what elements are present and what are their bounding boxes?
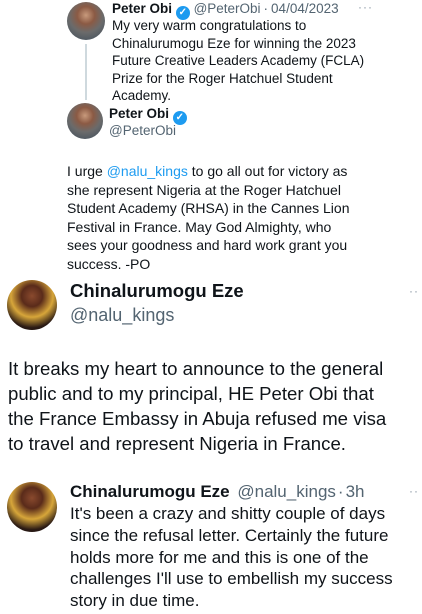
- author-name[interactable]: Peter Obi: [112, 1, 172, 16]
- text-line: Academy.: [112, 88, 172, 103]
- text-line: Future Creative Leaders Academy (FCLA): [112, 53, 365, 68]
- bottom-tweet-text: It's been a crazy and shitty couple of d…: [70, 503, 393, 612]
- more-options-icon[interactable]: ···: [358, 0, 373, 14]
- tweet-time[interactable]: 3h: [346, 482, 365, 501]
- text-line: she represent Nigeria at the Roger Hatch…: [67, 181, 341, 198]
- more-options-icon[interactable]: ··: [409, 284, 419, 298]
- quoted-tweet-text: My very warm congratulations to Chinalur…: [112, 17, 364, 105]
- thread-connector-line: [85, 44, 87, 100]
- author-handle[interactable]: @nalu_kings: [237, 482, 336, 501]
- reply-tweet-text: I urge @nalu_kings to go all out for vic…: [67, 162, 350, 274]
- text-line: Prize for the Roger Hatchuel Student: [112, 70, 333, 86]
- chinalurumogu-eze-avatar[interactable]: [7, 482, 57, 532]
- tweet-date[interactable]: 04/04/2023: [271, 1, 339, 16]
- text-line: I urge @nalu_kings to go all out for vic…: [67, 162, 350, 181]
- main-tweet-author-name[interactable]: Chinalurumogu Eze: [70, 280, 244, 302]
- separator-dot: ·: [337, 482, 344, 501]
- more-options-icon[interactable]: ··: [409, 484, 419, 498]
- peter-obi-avatar[interactable]: [67, 103, 103, 139]
- text-line: story in due time.: [70, 591, 200, 611]
- text-line: public and to my principal, HE Peter Obi…: [8, 383, 374, 404]
- text-line: It's been a crazy and shitty couple of d…: [70, 504, 386, 523]
- mention-link[interactable]: @nalu_kings: [107, 163, 188, 179]
- separator-dot: ·: [263, 1, 269, 16]
- author-handle[interactable]: @nalu_kings: [70, 304, 174, 326]
- text-line: sees your goodness and hard work grant y…: [67, 237, 348, 254]
- bottom-tweet-header: Chinalurumogu Eze @nalu_kings · 3h: [70, 481, 365, 502]
- text-fragment: to go all out for victory as: [187, 163, 348, 179]
- text-line: It breaks my heart to announce to the ge…: [8, 358, 384, 379]
- text-line: since the refusal letter. Certainly the …: [70, 525, 389, 545]
- author-handle[interactable]: @PeterObi: [109, 122, 176, 139]
- main-tweet-text: It breaks my heart to announce to the ge…: [8, 356, 386, 456]
- text-line: Chinalurumogu Eze for winning the 2023: [112, 35, 356, 51]
- text-line: to travel and represent Nigeria in Franc…: [8, 433, 346, 454]
- text-line: the France Embassy in Abuja refused me v…: [8, 408, 387, 429]
- text-line: My very warm congratulations to: [112, 18, 307, 33]
- author-name[interactable]: Peter Obi: [109, 106, 169, 121]
- chinalurumogu-eze-avatar[interactable]: [7, 280, 57, 330]
- author-name[interactable]: Chinalurumogu Eze: [70, 482, 230, 501]
- text-line: success. -PO: [67, 255, 151, 272]
- text-line: Festival in France. May God Almighty, wh…: [67, 218, 332, 235]
- author-handle[interactable]: @PeterObi: [194, 1, 261, 16]
- text-fragment: I urge: [67, 163, 107, 179]
- text-line: holds more for me and this is one of the: [70, 547, 369, 567]
- peter-obi-avatar[interactable]: [67, 2, 105, 40]
- text-line: Student Academy (RHSA) in the Cannes Lio…: [67, 200, 350, 217]
- text-line: challenges I'll use to embellish my succ…: [70, 569, 393, 589]
